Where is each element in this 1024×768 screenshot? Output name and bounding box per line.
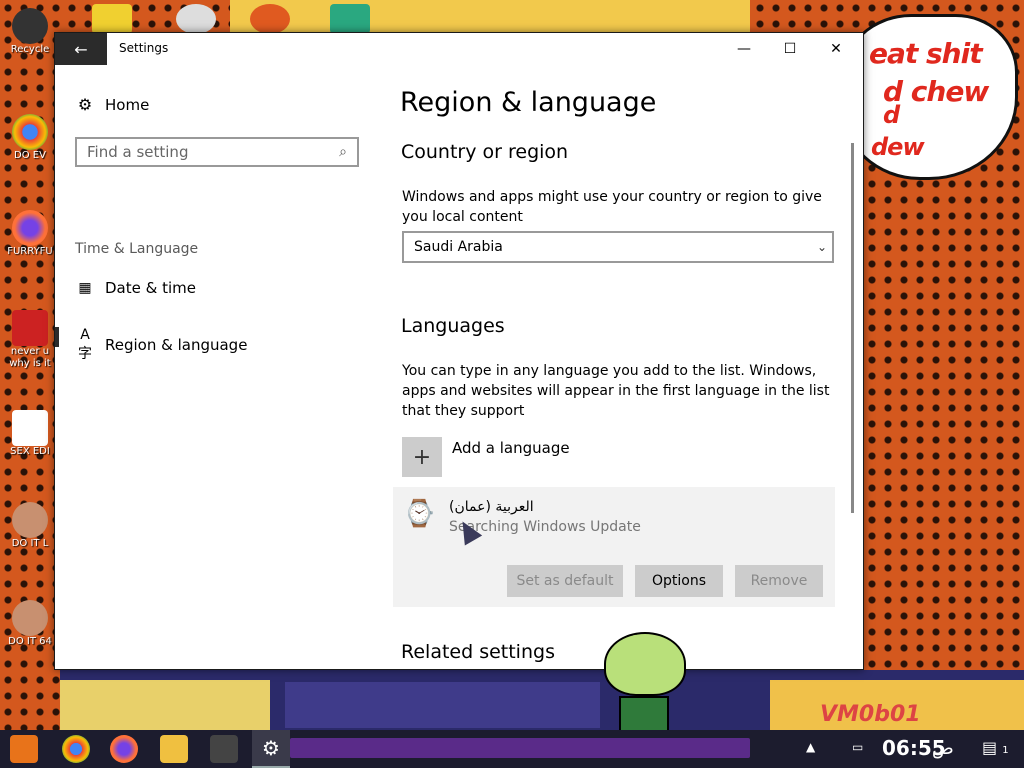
desktop-icon-devcpp[interactable]: never u why is it xyxy=(4,310,56,370)
start-button[interactable] xyxy=(10,735,38,763)
maximize-button[interactable]: ☐ xyxy=(767,33,813,65)
add-language-button[interactable]: + Add a language xyxy=(402,437,570,477)
language-name: العربية (عمان) xyxy=(449,499,534,515)
character-sticker xyxy=(604,632,686,736)
wallpaper-top-strip xyxy=(230,0,750,34)
wallpaper-bottom-left xyxy=(60,680,270,730)
pinned-app-icon[interactable] xyxy=(210,735,238,763)
desktop-icon-label: DO EV xyxy=(14,150,46,161)
language-list-item[interactable]: ⌚ العربية (عمان) Searching Windows Updat… xyxy=(393,487,835,607)
settings-taskbar-button[interactable]: ⚙ xyxy=(252,730,290,768)
calendar-clock-icon: ▦ xyxy=(78,280,92,296)
country-dropdown[interactable]: Saudi Arabia ⌄ xyxy=(402,231,834,263)
desktop-icon-recycle[interactable]: Recycle xyxy=(4,8,56,56)
notification-count: 1 xyxy=(1002,745,1009,756)
hex-editor-icon xyxy=(12,410,48,446)
back-arrow-icon: ← xyxy=(74,39,88,59)
home-label: Home xyxy=(105,95,150,114)
language-icon: A字 xyxy=(78,327,92,362)
portrait-icon xyxy=(12,502,48,538)
bubble-line-1: eat shit xyxy=(869,37,983,70)
desktop-icon-label: SEX EDI xyxy=(10,446,50,457)
search-input[interactable]: Find a setting ⌕ xyxy=(75,137,359,167)
sidebar-item-date-time[interactable]: ▦ Date & time xyxy=(75,279,196,297)
desktop-icon-label: DO IT L xyxy=(11,538,49,549)
character-head xyxy=(604,632,686,696)
desktop-top-icon-3[interactable] xyxy=(250,4,290,34)
languages-heading: Languages xyxy=(401,315,505,337)
wallpaper-bottom-art xyxy=(285,682,600,728)
title-bar[interactable]: ← Settings — ☐ ✕ xyxy=(55,33,863,65)
desktop-top-icon-1[interactable] xyxy=(92,4,132,34)
desktop-icon-label: Recycle xyxy=(10,44,50,55)
recycle-bin-icon xyxy=(12,8,48,44)
chevron-down-icon: ⌄ xyxy=(816,240,828,254)
desktop-icon-label: never u why is it xyxy=(9,346,51,369)
portrait-icon xyxy=(12,600,48,636)
desktop-icon-portrait-1[interactable]: DO IT L xyxy=(4,502,56,550)
set-default-button[interactable]: Set as default xyxy=(507,565,623,597)
languages-description: You can type in any language you add to … xyxy=(402,363,830,419)
network-icon[interactable]: ▭ xyxy=(852,740,863,754)
desktop-top-icon-2[interactable] xyxy=(176,4,216,34)
firefox-icon[interactable] xyxy=(110,735,138,763)
chrome-icon[interactable] xyxy=(62,735,90,763)
back-button[interactable]: ← xyxy=(55,33,107,65)
bubble-line-4: dew xyxy=(871,133,925,161)
country-value: Saudi Arabia xyxy=(414,239,503,255)
remove-button[interactable]: Remove xyxy=(735,565,823,597)
devcpp-icon xyxy=(12,310,48,346)
home-nav[interactable]: ⚙ Home xyxy=(75,95,149,114)
close-icon: ✕ xyxy=(830,41,842,57)
gear-icon: ⚙ xyxy=(262,736,280,760)
page-title: Region & language xyxy=(400,87,657,118)
gear-icon: ⚙ xyxy=(77,95,93,114)
country-description: Windows and apps might use your country … xyxy=(402,189,822,225)
tray-chevron-icon[interactable]: ▲ xyxy=(806,740,815,754)
country-heading: Country or region xyxy=(401,141,569,163)
desktop-icon-portrait-2[interactable]: DO IT 64 xyxy=(4,600,56,648)
window-title: Settings xyxy=(119,41,169,55)
search-placeholder: Find a setting xyxy=(87,143,189,161)
selected-indicator xyxy=(55,327,59,347)
chrome-icon xyxy=(12,114,48,150)
search-icon: ⌕ xyxy=(339,144,347,160)
close-button[interactable]: ✕ xyxy=(813,33,859,65)
bubble-line-3: d xyxy=(883,101,900,129)
desktop-top-icon-4[interactable] xyxy=(330,4,370,34)
main-content: Region & language Country or region Wind… xyxy=(385,65,863,669)
language-download-icon: ⌚ xyxy=(403,499,436,529)
taskbar: ⚙ ▲ ▭ 06:55 ص ▤ 1 xyxy=(0,730,1024,768)
notification-icon: ▤ xyxy=(982,738,998,757)
sidebar-item-label: Date & time xyxy=(105,279,196,297)
options-button[interactable]: Options xyxy=(635,565,723,597)
minimize-icon: — xyxy=(737,41,751,57)
section-label: Time & Language xyxy=(75,241,199,257)
speech-bubble: eat shit d chew d dew xyxy=(840,14,1018,180)
file-explorer-icon[interactable] xyxy=(160,735,188,763)
firefox-icon xyxy=(12,210,48,246)
scrollbar[interactable] xyxy=(851,143,854,513)
maximize-icon: ☐ xyxy=(783,41,797,57)
plus-icon: + xyxy=(402,437,442,477)
wallpaper-tag: VM0b01 xyxy=(820,702,921,727)
settings-window: ← Settings — ☐ ✕ ⚙ Home Find a setting ⌕… xyxy=(54,32,864,670)
desktop-icon-chrome[interactable]: DO EV xyxy=(4,114,56,162)
minimize-button[interactable]: — xyxy=(721,33,767,65)
desktop-icon-label: DO IT 64 xyxy=(8,636,52,647)
taskbar-decoration xyxy=(290,738,750,758)
add-language-label: Add a language xyxy=(452,439,570,457)
sidebar: ⚙ Home Find a setting ⌕ Time & Language … xyxy=(55,65,385,669)
desktop-icon-label: FURRYFU xyxy=(7,246,53,257)
clock-ampm: ص xyxy=(932,738,954,759)
desktop-icon-hex-editor[interactable]: SEX EDI xyxy=(4,410,56,458)
sidebar-item-region-language[interactable]: A字 Region & language xyxy=(75,327,247,363)
sidebar-item-label: Region & language xyxy=(105,336,248,354)
related-settings-heading: Related settings xyxy=(401,641,555,663)
notification-center-button[interactable]: ▤ 1 xyxy=(982,738,1009,757)
desktop-icon-firefox[interactable]: FURRYFU xyxy=(4,210,56,258)
